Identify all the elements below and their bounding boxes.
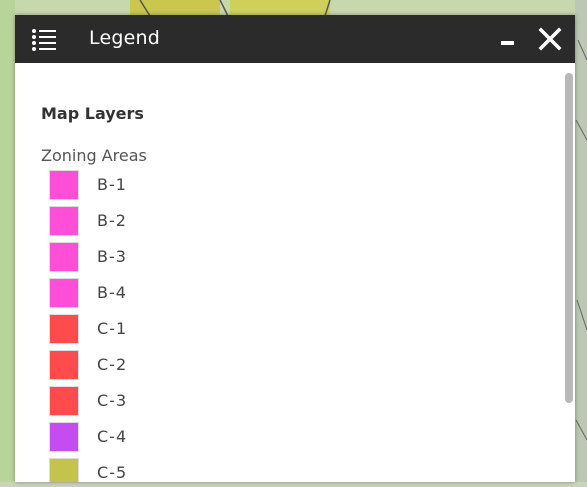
list-icon[interactable] [31, 28, 57, 52]
legend-label: B-4 [97, 283, 127, 302]
legend-panel: Legend Map Layers Zoning Areas B-1 B-2 B-3… [15, 15, 575, 482]
scrollbar-thumb[interactable] [565, 73, 573, 403]
minimize-button[interactable] [495, 25, 521, 53]
zoning-areas-heading: Zoning Areas [41, 146, 147, 165]
minimize-icon [501, 41, 514, 45]
legend-list: B-1 B-2 B-3 B-4 C-1 C-2 C-3 C-4 C-5 [49, 170, 349, 482]
legend-titlebar: Legend [15, 15, 575, 63]
legend-item: B-1 [49, 170, 349, 206]
legend-swatch [49, 278, 79, 308]
legend-label: B-2 [97, 211, 127, 230]
legend-label: C-1 [97, 319, 128, 338]
legend-swatch [49, 170, 79, 200]
legend-label: C-2 [97, 355, 128, 374]
legend-item: C-3 [49, 386, 349, 422]
close-button[interactable] [537, 25, 563, 53]
legend-item: C-2 [49, 350, 349, 386]
legend-label: C-5 [97, 463, 128, 482]
legend-swatch [49, 422, 79, 452]
legend-label: B-1 [97, 175, 127, 194]
close-icon [538, 27, 562, 51]
legend-item: C-4 [49, 422, 349, 458]
legend-item: C-1 [49, 314, 349, 350]
legend-swatch [49, 206, 79, 236]
legend-label: C-3 [97, 391, 128, 410]
legend-item: C-5 [49, 458, 349, 482]
legend-swatch [49, 386, 79, 416]
legend-label: C-4 [97, 427, 128, 446]
legend-swatch [49, 350, 79, 380]
map-layers-heading: Map Layers [41, 104, 144, 123]
legend-item: B-4 [49, 278, 349, 314]
legend-item: B-2 [49, 206, 349, 242]
legend-content: Map Layers Zoning Areas B-1 B-2 B-3 B-4 C-1 C… [15, 63, 575, 482]
legend-label: B-3 [97, 247, 127, 266]
legend-item: B-3 [49, 242, 349, 278]
legend-title: Legend [89, 27, 160, 49]
legend-swatch [49, 458, 79, 482]
legend-swatch [49, 314, 79, 344]
legend-swatch [49, 242, 79, 272]
